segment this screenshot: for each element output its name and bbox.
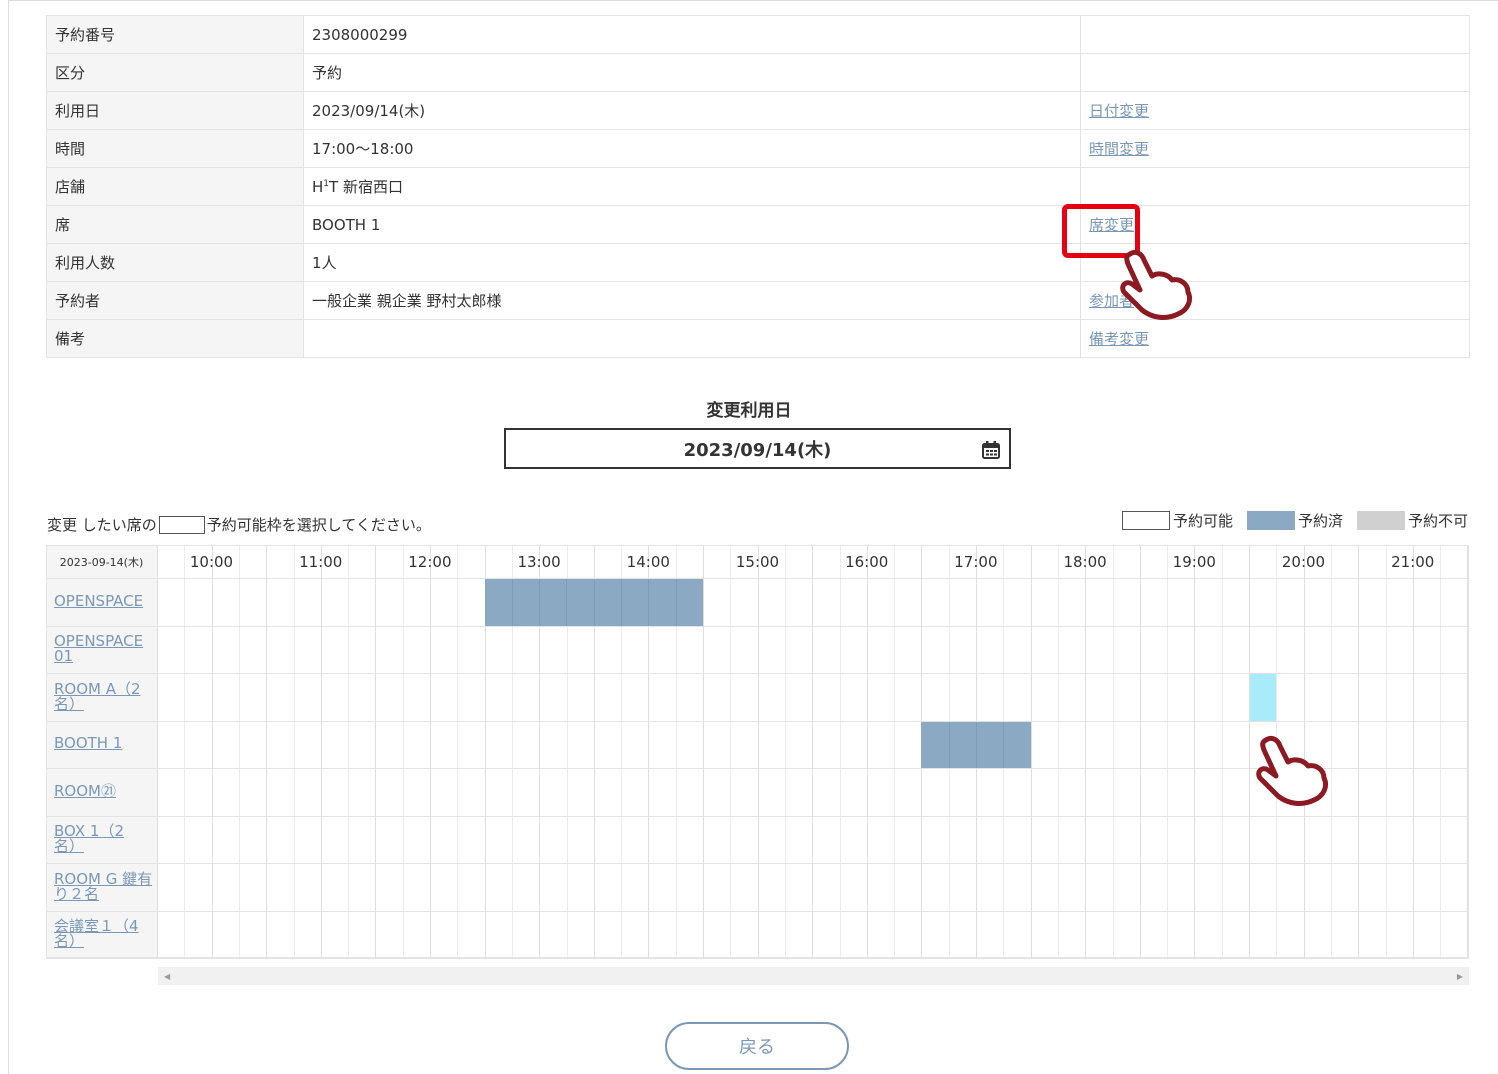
legend-unavailable: 予約不可 [1356, 510, 1468, 531]
legend-label-available: 予約可能 [1172, 512, 1233, 530]
seat-label: 席 [46, 205, 304, 244]
pointer-hand-icon [1120, 249, 1193, 320]
legend-booked: 予約済 [1246, 510, 1343, 531]
store-row: 店舗 H1T 新宿西口 [46, 167, 1470, 206]
reservation-number-label: 予約番号 [46, 15, 304, 54]
change-remarks-link[interactable]: 備考変更 [1089, 330, 1149, 348]
store-value: H1T 新宿西口 [303, 167, 1081, 206]
grid-hline [46, 958, 1469, 959]
schedule-horizontal-scrollbar[interactable]: ◀ ▶ [158, 967, 1469, 985]
booker-value: 一般企業 親企業 野村太郎様 [303, 281, 1081, 320]
legend-swatch-booked [1246, 511, 1295, 530]
legend-swatch-unavailable [1356, 511, 1405, 530]
category-row: 区分 予約 [46, 53, 1470, 92]
date-picker-input[interactable]: 2023/09/14(木) [504, 428, 1011, 469]
time-row: 時間 17:00〜18:00 時間変更 [46, 129, 1470, 168]
reservation-number-row: 予約番号 2308000299 [46, 15, 1470, 54]
time-value: 17:00〜18:00 [303, 129, 1081, 168]
reservation-info-table: 予約番号 2308000299 区分 予約 利用日 2023/09/14(木) 日付変更時間… [46, 15, 1470, 358]
instruction-text: 変更 したい席の 予約可能枠を選択してください。 [47, 514, 431, 535]
instruction-prefix: 変更 したい席の [47, 516, 157, 534]
time-action-cell: 時間変更 [1080, 129, 1470, 168]
legend-swatch-available [1121, 511, 1170, 530]
legend-available: 予約可能 [1121, 510, 1233, 531]
remarks-label: 備考 [46, 319, 304, 358]
date-change-title: 変更利用日 [706, 401, 792, 421]
people-count-label: 利用人数 [46, 243, 304, 282]
store-name-prefix: H [312, 178, 324, 196]
use-date-value: 2023/09/14(木) [303, 91, 1081, 130]
category-action-cell [1080, 53, 1470, 92]
category-value: 予約 [303, 53, 1081, 92]
remarks-action-cell: 備考変更 [1080, 319, 1470, 358]
legend-label-booked: 予約済 [1297, 512, 1343, 530]
remarks-value [303, 319, 1081, 358]
store-label: 店舗 [46, 167, 304, 206]
store-name-suffix: T 新宿西口 [329, 178, 403, 196]
seat-row: 席 BOOTH 1 席変更 [46, 205, 1470, 244]
legend: 予約可能 予約済 予約不可 [1108, 510, 1468, 531]
change-time-link[interactable]: 時間変更 [1089, 140, 1149, 158]
store-action-cell [1080, 167, 1470, 206]
change-date-link[interactable]: 日付変更 [1089, 102, 1149, 120]
booker-label: 予約者 [46, 281, 304, 320]
reservation-number-action-cell [1080, 15, 1470, 54]
reservation-number-value: 2308000299 [303, 15, 1081, 54]
people-count-row: 利用人数 1人 [46, 243, 1470, 282]
booker-row: 予約者 一般企業 親企業 野村太郎様 参加者 [46, 281, 1470, 320]
back-button[interactable]: 戻る [665, 1022, 849, 1070]
use-date-label: 利用日 [46, 91, 304, 130]
date-picker-value: 2023/09/14(木) [683, 439, 832, 461]
scroll-right-arrow-icon[interactable]: ▶ [1451, 972, 1469, 981]
calendar-icon[interactable] [981, 440, 1001, 460]
scroll-left-arrow-icon[interactable]: ◀ [158, 972, 176, 981]
people-count-value: 1人 [303, 243, 1081, 282]
legend-label-unavailable: 予約不可 [1407, 512, 1468, 530]
seat-value: BOOTH 1 [303, 205, 1081, 244]
time-label: 時間 [46, 129, 304, 168]
remarks-row: 備考 備考変更 [46, 319, 1470, 358]
pointer-hand-icon-2 [1256, 735, 1329, 806]
instruction-suffix: 予約可能枠を選択してください。 [206, 516, 431, 534]
available-swatch-inline [158, 515, 205, 534]
use-date-row: 利用日 2023/09/14(木) 日付変更 [46, 91, 1470, 130]
use-date-action-cell: 日付変更 [1080, 91, 1470, 130]
category-label: 区分 [46, 53, 304, 92]
